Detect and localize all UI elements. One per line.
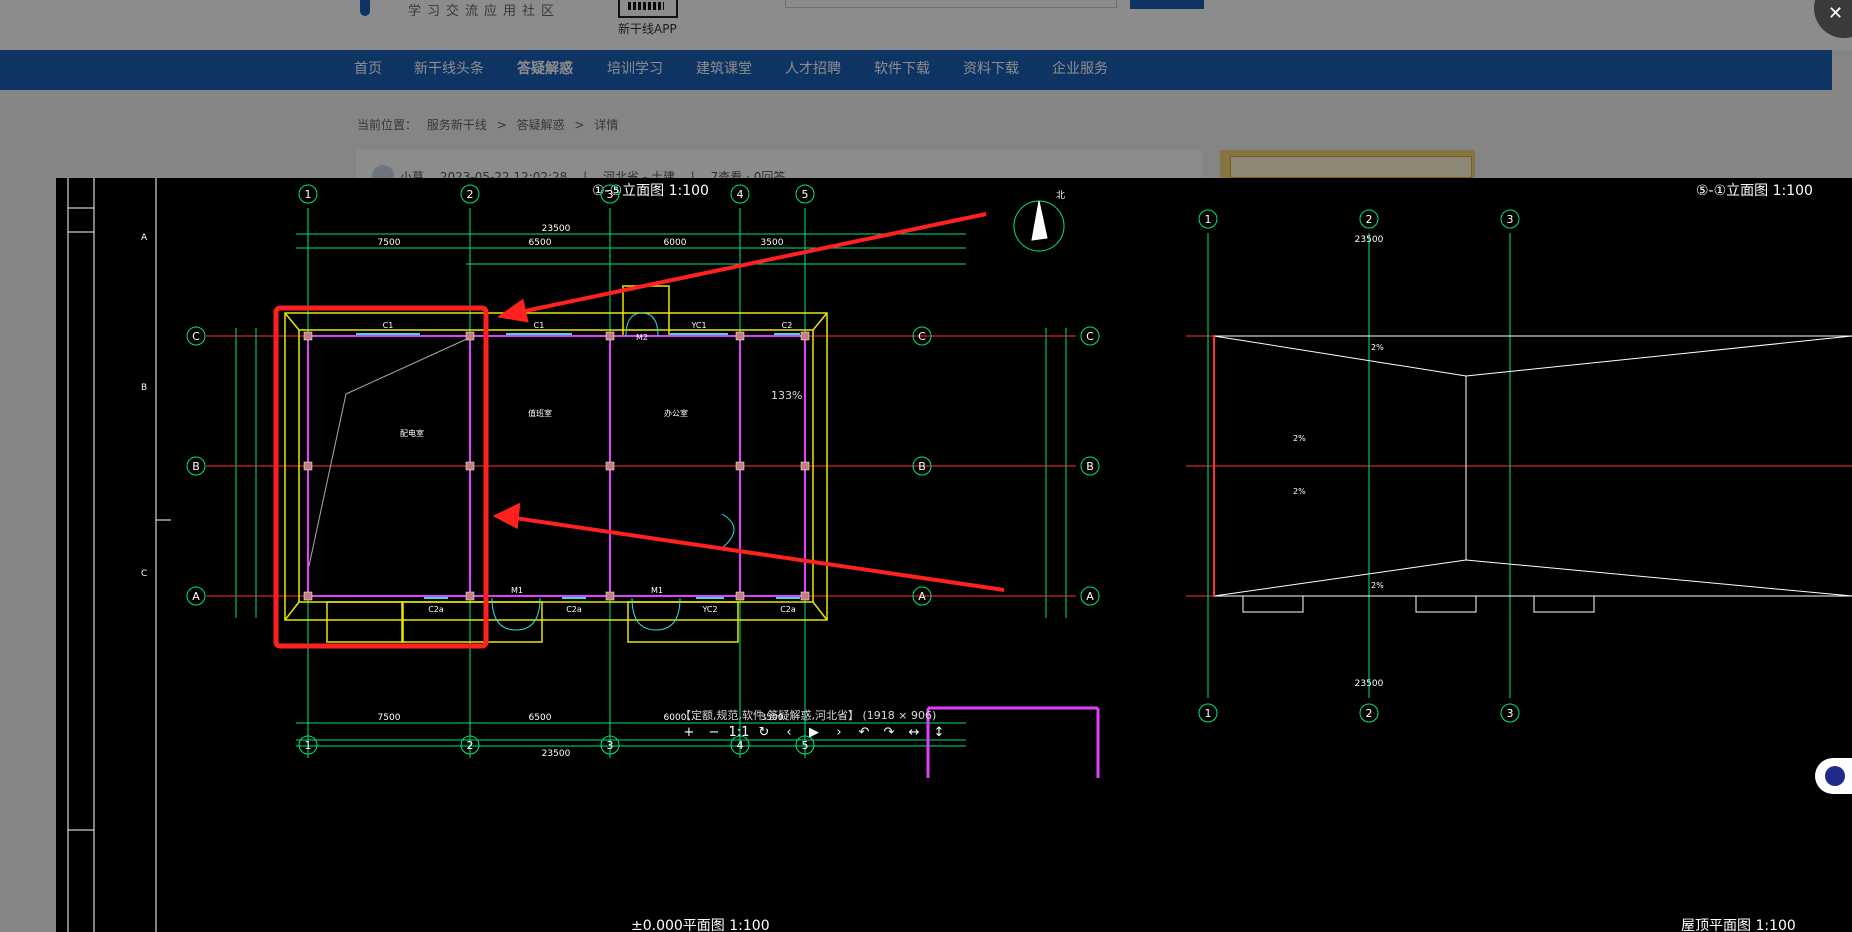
svg-text:B: B bbox=[192, 460, 200, 473]
svg-text:C2a: C2a bbox=[780, 605, 796, 614]
svg-text:6500: 6500 bbox=[529, 238, 552, 248]
svg-text:2%: 2% bbox=[1371, 581, 1384, 590]
svg-text:YC2: YC2 bbox=[701, 605, 717, 614]
svg-text:3: 3 bbox=[607, 188, 614, 201]
svg-text:3500: 3500 bbox=[761, 238, 784, 248]
play-button[interactable]: ▶ bbox=[803, 723, 825, 743]
image-caption: 【定额,规范,软件,答疑解惑,河北省】 (1918 × 906) bbox=[680, 709, 937, 722]
drawing-frame bbox=[67, 178, 171, 932]
drawing-title-right: ⑤-①立面图 1:100 bbox=[1696, 183, 1813, 199]
chat-bot-icon bbox=[1825, 766, 1845, 786]
svg-text:3: 3 bbox=[1507, 213, 1514, 226]
svg-text:2: 2 bbox=[1366, 213, 1373, 226]
svg-text:C: C bbox=[192, 330, 200, 343]
svg-text:2: 2 bbox=[1366, 707, 1373, 720]
frame-label: A bbox=[141, 233, 148, 243]
zoom-in-button[interactable]: + bbox=[678, 723, 700, 743]
svg-text:B: B bbox=[918, 460, 926, 473]
drawing-title-roof: 屋顶平面图 1:100 bbox=[1681, 918, 1796, 932]
axis-bubble-labels: 1 2 3 4 5 1 2 3 4 5 C B A C B A 1 2 3 1 … bbox=[192, 188, 1513, 752]
svg-text:M2: M2 bbox=[636, 333, 648, 342]
frame-label: C bbox=[141, 569, 147, 579]
svg-text:C2: C2 bbox=[782, 321, 793, 330]
svg-text:23500: 23500 bbox=[1355, 235, 1384, 245]
zoom-percent: 133% bbox=[771, 389, 803, 402]
rotate-left-button[interactable]: ↶ bbox=[853, 723, 875, 743]
annotation-arrows bbox=[492, 212, 1005, 592]
actual-size-button[interactable]: 1:1 bbox=[728, 723, 750, 743]
svg-text:2%: 2% bbox=[1293, 487, 1306, 496]
dimension-lines bbox=[235, 233, 1067, 747]
svg-text:C2a: C2a bbox=[566, 605, 582, 614]
svg-text:7500: 7500 bbox=[378, 238, 401, 248]
axis-grid bbox=[206, 335, 1852, 597]
stair-line bbox=[308, 393, 347, 567]
building-outline bbox=[284, 285, 828, 643]
svg-text:3: 3 bbox=[607, 739, 614, 752]
svg-text:1: 1 bbox=[305, 188, 312, 201]
rotate-right-button[interactable]: ↷ bbox=[878, 723, 900, 743]
svg-text:5: 5 bbox=[802, 188, 809, 201]
svg-text:A: A bbox=[192, 590, 200, 603]
svg-text:3: 3 bbox=[1507, 707, 1514, 720]
svg-text:1: 1 bbox=[305, 739, 312, 752]
svg-text:A: A bbox=[918, 590, 926, 603]
svg-text:值班室: 值班室 bbox=[528, 408, 552, 418]
svg-text:办公室: 办公室 bbox=[664, 408, 688, 418]
svg-text:B: B bbox=[1086, 460, 1094, 473]
reset-button[interactable]: ↻ bbox=[753, 723, 775, 743]
axis-bubbles bbox=[186, 184, 1520, 755]
zoom-out-button[interactable]: − bbox=[703, 723, 725, 743]
svg-text:C2a: C2a bbox=[428, 605, 444, 614]
svg-text:C1: C1 bbox=[534, 321, 545, 330]
svg-text:4: 4 bbox=[737, 188, 744, 201]
svg-text:C1: C1 bbox=[383, 321, 394, 330]
stair-line bbox=[345, 337, 470, 395]
svg-text:1: 1 bbox=[1205, 707, 1212, 720]
svg-text:6500: 6500 bbox=[529, 713, 552, 723]
svg-text:2%: 2% bbox=[1293, 434, 1306, 443]
viewer-toolbar: + − 1:1 ↻ ‹ ▶ › ↶ ↷ ↔ ↕ bbox=[678, 723, 950, 743]
svg-text:M1: M1 bbox=[651, 586, 663, 595]
svg-text:M1: M1 bbox=[511, 586, 523, 595]
svg-text:2: 2 bbox=[467, 188, 474, 201]
frame-label: B bbox=[141, 383, 147, 393]
drawing-title-plan: ±0.000平面图 1:100 bbox=[631, 918, 770, 932]
image-viewer[interactable]: A B C ①-⑤立面图 1:100 ⑤-①立面图 1:100 ±0.000平面… bbox=[56, 178, 1852, 932]
svg-text:7500: 7500 bbox=[378, 713, 401, 723]
svg-text:23500: 23500 bbox=[1355, 679, 1384, 689]
svg-text:C: C bbox=[918, 330, 926, 343]
cad-drawing: A B C ①-⑤立面图 1:100 ⑤-①立面图 1:100 ±0.000平面… bbox=[67, 178, 1852, 932]
north-arrow-icon: 北 bbox=[1013, 190, 1065, 252]
window-labels: C1 C1 YC1 C2 C2a C2a YC2 C2a M1 M1 M2 bbox=[383, 321, 796, 614]
svg-text:1: 1 bbox=[1205, 213, 1212, 226]
svg-text:6000: 6000 bbox=[664, 238, 687, 248]
svg-text:23500: 23500 bbox=[542, 749, 571, 759]
dimension-text: 23500 7500 6500 6000 3500 23500 7500 650… bbox=[378, 224, 1384, 759]
svg-text:2: 2 bbox=[467, 739, 474, 752]
svg-text:C: C bbox=[1086, 330, 1094, 343]
svg-text:23500: 23500 bbox=[542, 224, 571, 234]
flip-vertical-button[interactable]: ↕ bbox=[928, 723, 950, 743]
prev-button[interactable]: ‹ bbox=[778, 723, 800, 743]
svg-text:YC1: YC1 bbox=[690, 321, 706, 330]
next-button[interactable]: › bbox=[828, 723, 850, 743]
room-labels: 值班室 办公室 配电室 bbox=[400, 408, 688, 438]
svg-text:配电室: 配电室 bbox=[400, 428, 424, 438]
plan-walls bbox=[926, 706, 1100, 778]
roof-outline bbox=[1213, 335, 1852, 613]
close-icon: ✕ bbox=[1828, 3, 1844, 24]
flip-horizontal-button[interactable]: ↔ bbox=[903, 723, 925, 743]
door-swings bbox=[491, 312, 735, 631]
svg-text:A: A bbox=[1086, 590, 1094, 603]
chat-widget-button[interactable] bbox=[1815, 758, 1852, 794]
north-label: 北 bbox=[1056, 190, 1065, 201]
svg-text:2%: 2% bbox=[1371, 343, 1384, 352]
